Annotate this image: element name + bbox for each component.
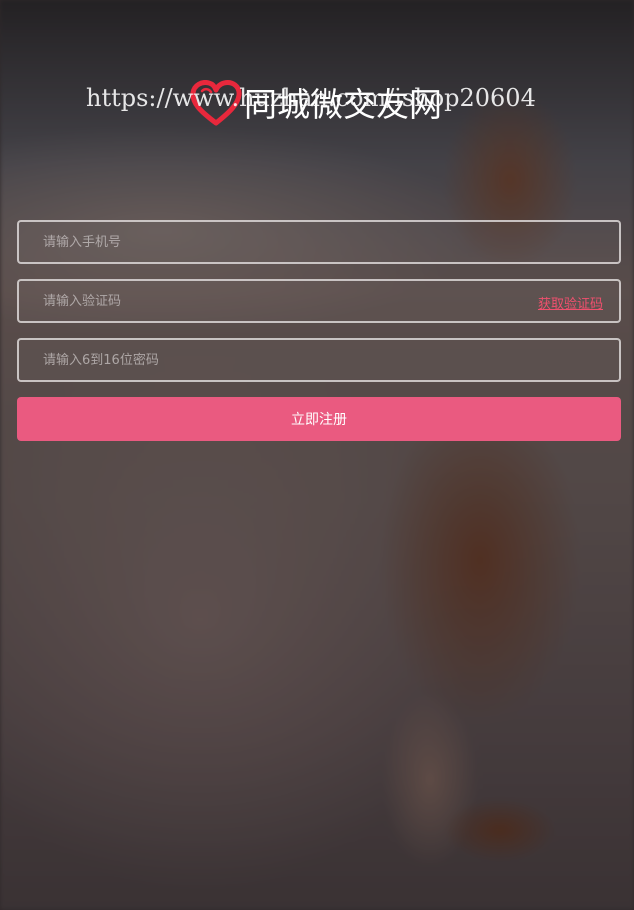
register-button[interactable]: 立即注册 <box>17 397 621 441</box>
password-input[interactable] <box>19 340 619 380</box>
phone-input[interactable] <box>19 222 619 262</box>
logo-header: 同城微交友网 https://www.huzhan.com/ishop20604 <box>0 74 634 130</box>
password-field-box <box>17 338 621 382</box>
register-page: 同城微交友网 https://www.huzhan.com/ishop20604… <box>0 0 634 910</box>
watermark-url: https://www.huzhan.com/ishop20604 <box>86 84 536 112</box>
verification-code-input[interactable] <box>19 281 619 321</box>
code-field-box: 获取验证码 <box>17 279 621 323</box>
get-code-link[interactable]: 获取验证码 <box>538 293 603 312</box>
phone-field-box <box>17 220 621 264</box>
